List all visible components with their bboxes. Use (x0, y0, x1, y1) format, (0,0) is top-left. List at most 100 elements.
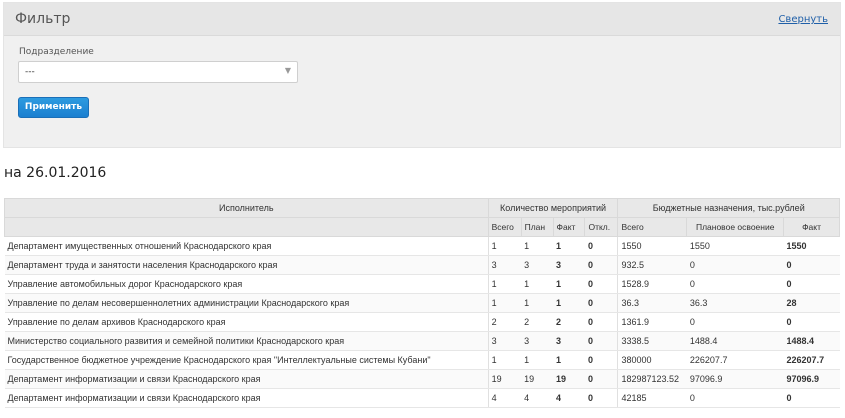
cell-fact: 1 (553, 236, 585, 256)
cell-executor[interactable]: Министерство социального развития и семе… (4, 331, 489, 351)
cell-fact: 4 (553, 388, 585, 408)
filter-panel: Фильтр Свернуть Подразделение --- ▼ Прим… (3, 2, 841, 148)
table-row: Департамент имущественных отношений Крас… (4, 236, 840, 256)
cell-deviation: 0 (584, 331, 618, 351)
filter-header: Фильтр Свернуть (4, 3, 840, 36)
cell-planned: 0 (686, 388, 784, 408)
cell-total: 19 (487, 369, 522, 389)
cell-deviation: 0 (584, 236, 618, 256)
cell-planned: 0 (686, 312, 784, 332)
cell-plan: 4 (521, 388, 554, 408)
cell-budget-total: 3338.5 (617, 331, 687, 351)
table-row: Департамент информатизации и связи Красн… (4, 388, 840, 408)
cell-plan: 1 (521, 293, 554, 313)
cell-total: 1 (487, 350, 522, 370)
table-row: Департамент информатизации и связи Красн… (4, 369, 840, 389)
cell-budget-fact: 0 (783, 274, 840, 294)
cell-budget-total: 1528.9 (617, 274, 687, 294)
table-row: Государственное бюджетное учреждение Кра… (4, 350, 840, 370)
cell-budget-fact: 28 (783, 293, 840, 313)
cell-fact: 3 (553, 331, 585, 351)
cell-executor[interactable]: Управление по делам архивов Краснодарско… (4, 312, 489, 332)
table-row: Управление автомобильных дорог Краснодар… (4, 274, 840, 294)
header-budget-group: Бюджетные назначения, тыс.рублей (617, 198, 840, 218)
table-row: Министерство социального развития и семе… (4, 331, 840, 351)
cell-total: 1 (487, 274, 522, 294)
cell-budget-total: 182987123.52 (617, 369, 687, 389)
cell-deviation: 0 (584, 350, 618, 370)
table-row: Управление по делам архивов Краснодарско… (4, 312, 840, 332)
cell-fact: 2 (553, 312, 585, 332)
cell-plan: 19 (521, 369, 554, 389)
cell-fact: 1 (553, 293, 585, 313)
cell-budget-fact: 0 (783, 388, 840, 408)
cell-budget-fact: 0 (783, 255, 840, 275)
cell-budget-fact: 0 (783, 312, 840, 332)
cell-total: 2 (487, 312, 522, 332)
cell-executor[interactable]: Департамент труда и занятости населения … (4, 255, 489, 275)
cell-plan: 1 (521, 350, 554, 370)
cell-total: 1 (487, 293, 522, 313)
cell-plan: 2 (521, 312, 554, 332)
subdivision-select[interactable]: --- ▼ (18, 61, 298, 83)
cell-executor[interactable]: Департамент информатизации и связи Красн… (4, 369, 489, 389)
filter-title: Фильтр (15, 11, 71, 27)
cell-planned: 226207.7 (686, 350, 784, 370)
cell-planned: 0 (686, 274, 784, 294)
header-budget-fact: Факт (783, 217, 840, 237)
report-table: Исполнитель Количество мероприятий Бюдже… (4, 198, 840, 408)
cell-budget-fact: 1488.4 (783, 331, 840, 351)
cell-executor[interactable]: Департамент информатизации и связи Красн… (4, 388, 489, 408)
cell-total: 3 (487, 331, 522, 351)
cell-deviation: 0 (584, 388, 618, 408)
chevron-down-icon: ▼ (284, 66, 291, 75)
cell-fact: 19 (553, 369, 585, 389)
header-executor: Исполнитель (4, 198, 489, 218)
cell-budget-fact: 226207.7 (783, 350, 840, 370)
cell-executor[interactable]: Департамент имущественных отношений Крас… (4, 236, 489, 256)
table-row: Управление по делам несовершеннолетних а… (4, 293, 840, 313)
cell-planned: 1550 (686, 236, 784, 256)
cell-planned: 0 (686, 255, 784, 275)
cell-budget-total: 1550 (617, 236, 687, 256)
header-fact: Факт (552, 217, 586, 237)
cell-budget-total: 42185 (617, 388, 687, 408)
cell-budget-total: 1361.9 (617, 312, 687, 332)
table-row: Департамент труда и занятости населения … (4, 255, 840, 275)
cell-fact: 1 (553, 350, 585, 370)
cell-executor[interactable]: Управление по делам несовершеннолетних а… (4, 293, 489, 313)
cell-budget-fact: 97096.9 (783, 369, 840, 389)
cell-budget-total: 36.3 (617, 293, 687, 313)
cell-total: 1 (487, 236, 522, 256)
cell-planned: 97096.9 (686, 369, 784, 389)
cell-plan: 3 (521, 331, 554, 351)
cell-deviation: 0 (584, 293, 618, 313)
cell-fact: 3 (553, 255, 585, 275)
cell-total: 4 (487, 388, 522, 408)
subdivision-select-value: --- (25, 67, 35, 77)
collapse-link[interactable]: Свернуть (778, 14, 828, 25)
header-planned: Плановое освоение (686, 217, 785, 237)
cell-deviation: 0 (584, 255, 618, 275)
subdivision-label: Подразделение (19, 47, 94, 57)
cell-plan: 3 (521, 255, 554, 275)
cell-plan: 1 (521, 274, 554, 294)
cell-deviation: 0 (584, 274, 618, 294)
header-executor-sub (4, 217, 489, 237)
header-budget-total: Всего (617, 217, 688, 237)
header-deviation: Откл. (584, 217, 619, 237)
apply-button[interactable]: Применить (18, 97, 89, 118)
cell-deviation: 0 (584, 369, 618, 389)
cell-executor[interactable]: Государственное бюджетное учреждение Кра… (4, 350, 489, 370)
cell-planned: 36.3 (686, 293, 784, 313)
report-date: на 26.01.2016 (4, 165, 107, 181)
header-events-group: Количество мероприятий (487, 198, 619, 218)
cell-budget-total: 932.5 (617, 255, 687, 275)
header-total: Всего (487, 217, 522, 237)
cell-budget-fact: 1550 (783, 236, 840, 256)
cell-plan: 1 (521, 236, 554, 256)
cell-total: 3 (487, 255, 522, 275)
cell-executor[interactable]: Управление автомобильных дорог Краснодар… (4, 274, 489, 294)
header-plan: План (520, 217, 554, 237)
cell-planned: 1488.4 (686, 331, 784, 351)
